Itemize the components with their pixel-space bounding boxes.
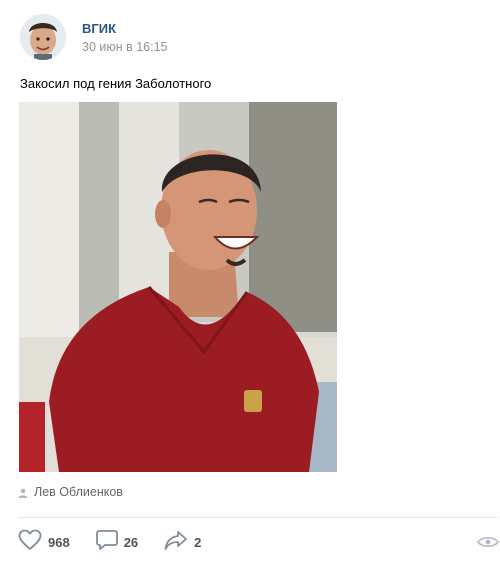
share-button[interactable]: 2 bbox=[164, 529, 201, 556]
share-arrow-icon bbox=[164, 529, 188, 556]
avatar[interactable] bbox=[20, 14, 66, 60]
signer-name[interactable]: Лев Облиенков bbox=[34, 485, 123, 499]
post-header: ВГИК 30 июн в 16:15 bbox=[20, 14, 490, 64]
actions-divider bbox=[18, 517, 498, 518]
post-photo[interactable] bbox=[19, 102, 337, 472]
comment-count: 26 bbox=[123, 534, 139, 550]
share-count: 2 bbox=[194, 534, 202, 550]
post-text: Закосил под гения Заболотного bbox=[20, 76, 212, 91]
post-actions: 968 26 2 bbox=[18, 529, 227, 556]
author-name[interactable]: ВГИК bbox=[82, 21, 116, 36]
heart-icon bbox=[18, 529, 42, 556]
signer[interactable]: Лев Облиенков bbox=[18, 485, 123, 499]
comment-icon bbox=[95, 529, 118, 556]
post-date[interactable]: 30 июн в 16:15 bbox=[82, 40, 168, 54]
like-count: 968 bbox=[48, 534, 70, 550]
like-button[interactable]: 968 bbox=[18, 529, 70, 556]
views-counter bbox=[476, 535, 500, 549]
comment-button[interactable]: 26 bbox=[95, 529, 139, 556]
eye-icon bbox=[476, 536, 500, 549]
user-icon bbox=[18, 487, 28, 498]
